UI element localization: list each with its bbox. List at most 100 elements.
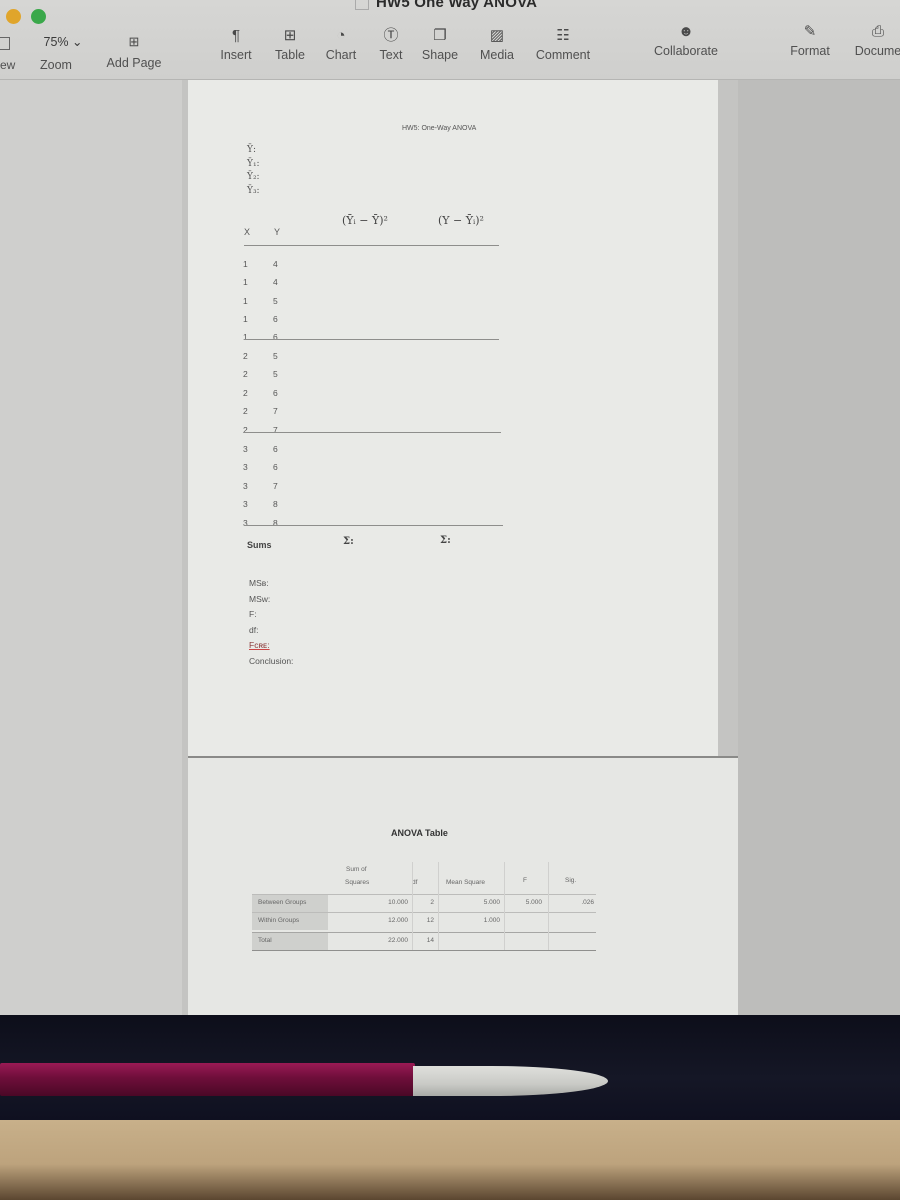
- anova-table-title: ANOVA Table: [391, 828, 448, 838]
- anova-cell-ss: 10.000: [388, 899, 408, 906]
- column-header-y: Y: [274, 227, 281, 237]
- header-sum-of-squares-line2: Squares: [345, 879, 370, 886]
- toolbar-collaborate-button[interactable]: ☻ Collaborate: [646, 22, 726, 58]
- toolbar-docume-button[interactable]: ⎙ Docume: [848, 22, 900, 58]
- view-icon[interactable]: [0, 37, 10, 50]
- add-page-button[interactable]: ⊞ Add Page: [104, 32, 164, 70]
- x-value: 2: [243, 406, 248, 416]
- shape-icon: ❐: [433, 27, 447, 44]
- x-value: 2: [243, 369, 248, 379]
- x-value: 2: [243, 351, 248, 361]
- toolbar-table-button[interactable]: ⊞ Table: [270, 26, 310, 62]
- zoom-label: Zoom: [40, 58, 72, 72]
- sigma-between-total: Σ:: [343, 536, 354, 547]
- window-minimize-button[interactable]: [6, 9, 21, 24]
- text-box-icon: Ⓣ: [383, 27, 399, 44]
- toolbar-comment-button[interactable]: ☷ Comment: [532, 26, 594, 62]
- toolbar-label: Docume: [854, 44, 900, 58]
- anova-column-divider: [548, 862, 549, 950]
- zoom-dropdown[interactable]: 75% ⌄: [34, 30, 92, 54]
- anova-cell-ms: 5.000: [483, 899, 500, 906]
- y-value: 4: [273, 277, 278, 287]
- document-edit-icon: [355, 0, 369, 10]
- document-title[interactable]: HW5 One Way ANOVA: [376, 0, 537, 11]
- y-value: 6: [273, 332, 278, 342]
- toolbar-label: Text: [379, 48, 403, 62]
- desk-surface: [0, 1120, 900, 1200]
- x-value: 1: [243, 332, 248, 342]
- toolbar-label: Table: [275, 48, 305, 62]
- grand-mean-label: Ȳ:: [247, 145, 256, 155]
- y-value: 4: [273, 259, 278, 269]
- document-page-2[interactable]: [188, 758, 738, 1015]
- anova-cell-ss: 12.000: [388, 917, 408, 924]
- x-value: 1: [243, 277, 248, 287]
- ms-between-label: MSʙ:: [249, 578, 269, 588]
- toolbar-insert-button[interactable]: ¶ Insert: [216, 26, 256, 62]
- document-icon: ⎙: [871, 23, 884, 40]
- anova-row: Within Groups 12.000 12 1.000: [252, 912, 596, 930]
- anova-cell-df: 12: [426, 917, 434, 924]
- column-header-between-deviation: (Ȳᵢ − Ȳ)²: [342, 214, 388, 227]
- window-fullscreen-button[interactable]: [31, 9, 46, 24]
- anova-column-divider: [438, 862, 439, 950]
- media-icon: ▨: [489, 27, 505, 44]
- toolbar-shape-button[interactable]: ❐ Shape: [418, 26, 462, 62]
- group2-mean-label: Ȳ₂:: [247, 172, 260, 182]
- group1-mean-label: Ȳ₁:: [247, 158, 260, 169]
- toolbar-chart-button[interactable]: ◔ Chart: [321, 26, 361, 62]
- y-value: 7: [273, 425, 278, 435]
- anova-row-label: Total: [252, 933, 328, 950]
- add-page-label: Add Page: [106, 56, 162, 70]
- toolbar-media-button[interactable]: ▨ Media: [476, 26, 518, 62]
- anova-cell-df: 14: [426, 937, 434, 944]
- x-value: 1: [243, 314, 248, 324]
- y-value: 8: [273, 518, 278, 528]
- anova-cell-ms: 1.000: [483, 917, 500, 924]
- toolbar-label: Chart: [325, 48, 357, 62]
- anova-cell-f: 5.000: [525, 899, 542, 906]
- view-button-label[interactable]: ew: [0, 58, 15, 72]
- column-header-x: X: [244, 227, 251, 237]
- anova-row: Total 22.000 14: [252, 932, 596, 950]
- x-value: 3: [243, 499, 248, 509]
- table-icon: ⊞: [283, 27, 297, 44]
- y-value: 6: [273, 388, 278, 398]
- anova-cell-df: 2: [430, 899, 434, 906]
- group1-rule: [244, 339, 499, 340]
- y-value: 5: [273, 296, 278, 306]
- y-value: 6: [273, 444, 278, 454]
- toolbar-label: Shape: [421, 48, 459, 62]
- x-value: 3: [243, 518, 248, 528]
- anova-cell-ss: 22.000: [388, 937, 408, 944]
- anova-row: Between Groups 10.000 2 5.000 5.000 .026: [252, 894, 596, 912]
- toolbar-label: Format: [790, 44, 830, 58]
- canvas-right-margin: [738, 80, 900, 1015]
- x-value: 1: [243, 259, 248, 269]
- ms-within-label: MSᴡ:: [249, 593, 271, 604]
- anova-row-label: Within Groups: [252, 913, 328, 930]
- sigma-within-total: Σ:: [440, 535, 451, 546]
- y-value: 8: [273, 499, 278, 509]
- column-header-within-deviation: (Y − Ȳᵢ)²: [438, 214, 484, 227]
- conclusion-label: Conclusion:: [249, 655, 294, 666]
- document-header: HW5: One-Way ANOVA: [402, 125, 477, 132]
- stylus-pencil-body: [0, 1063, 415, 1096]
- f-label: F:: [249, 609, 257, 619]
- y-value: 6: [273, 314, 278, 324]
- comment-icon: ☷: [556, 27, 570, 44]
- statistics-section: MSʙ: MSᴡ: F: df: Fᴄʀᴇ: Conclusion:: [249, 576, 293, 669]
- chart-icon: ◔: [336, 27, 346, 44]
- anova-column-divider: [412, 862, 413, 950]
- header-sig: Sig.: [565, 877, 577, 884]
- x-value: 3: [243, 481, 248, 491]
- toolbar-format-button[interactable]: ✎ Format: [785, 22, 835, 58]
- x-value: 3: [243, 462, 248, 472]
- group3-mean-label: Ȳ₃:: [247, 185, 260, 196]
- header-mean-square: Mean Square: [446, 879, 486, 886]
- toolbar-text-button[interactable]: Ⓣ Text: [375, 26, 407, 62]
- add-page-icon: ⊞: [128, 34, 140, 49]
- format-brush-icon: ✎: [803, 23, 817, 40]
- y-value: 5: [273, 351, 278, 361]
- anova-bottom-rule: [252, 950, 596, 951]
